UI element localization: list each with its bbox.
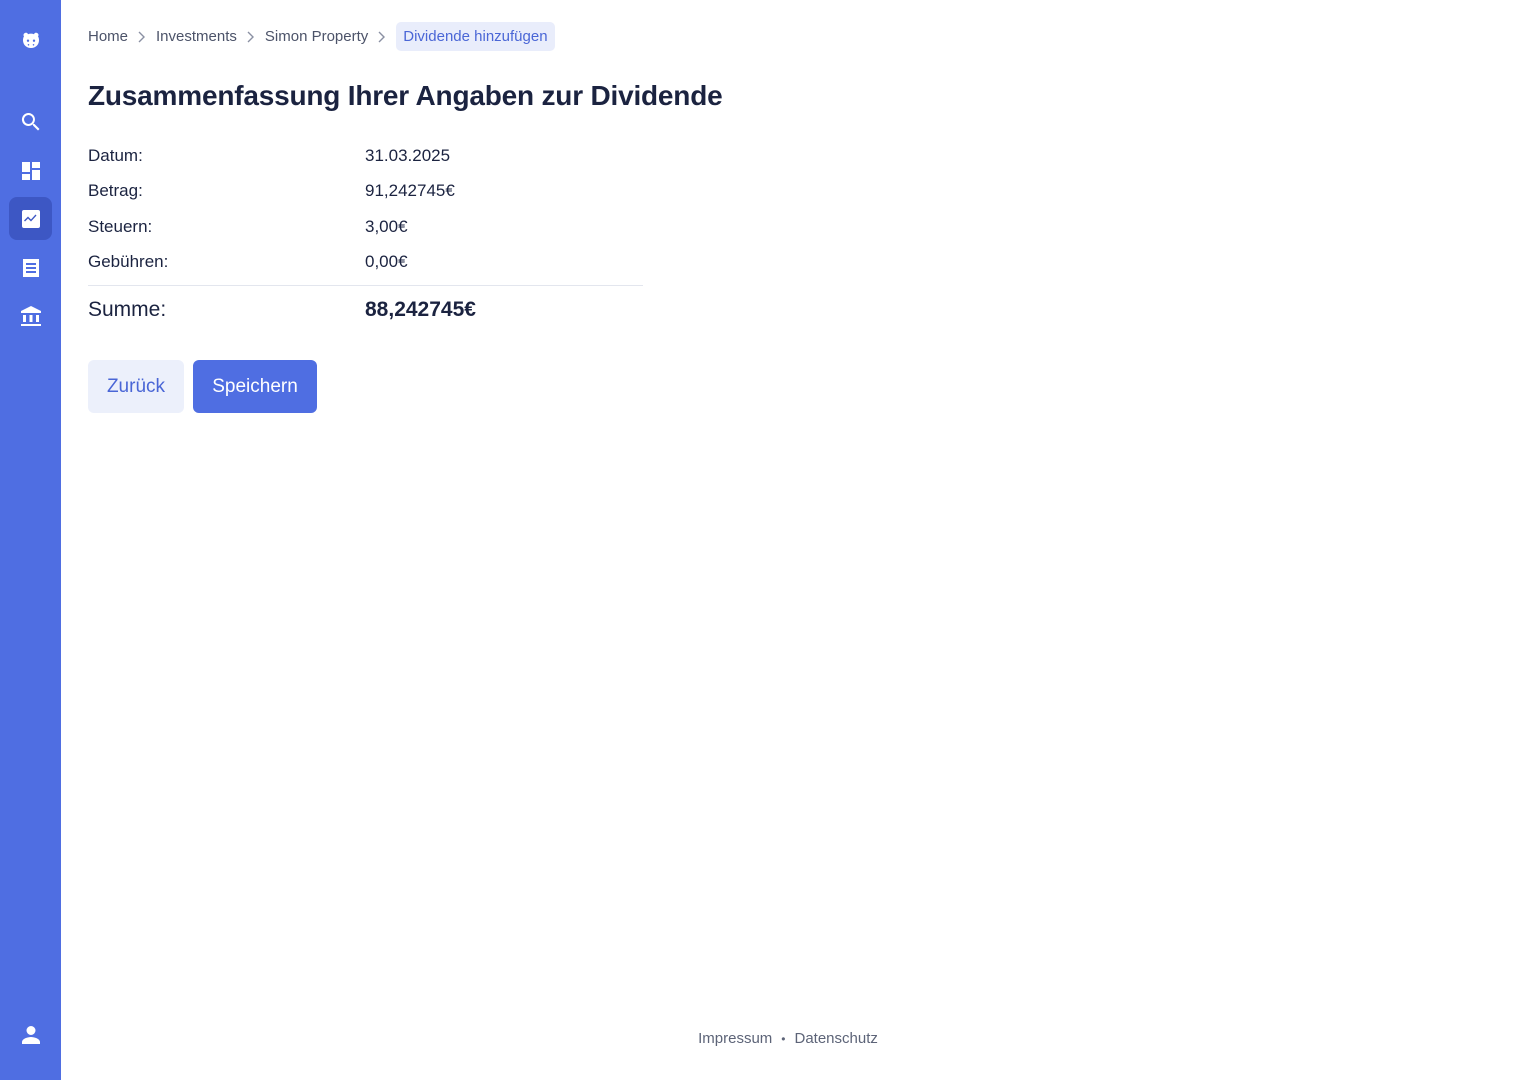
hippo-logo-icon[interactable] <box>9 19 52 62</box>
breadcrumb-home[interactable]: Home <box>88 28 128 45</box>
summary-row-gebuehren: Gebühren: 0,00€ <box>88 245 643 281</box>
summary-value: 0,00€ <box>365 252 408 272</box>
form-actions: Zurück Speichern <box>88 360 317 413</box>
summary-label: Datum: <box>88 145 143 165</box>
summary-value: 3,00€ <box>365 216 408 236</box>
page-title: Zusammenfassung Ihrer Angaben zur Divide… <box>88 80 723 111</box>
summary-row-betrag: Betrag: 91,242745€ <box>88 174 643 210</box>
footer: Impressum • Datenschutz <box>61 1030 1515 1047</box>
summary-row-steuern: Steuern: 3,00€ <box>88 209 643 245</box>
back-button[interactable]: Zurück <box>88 360 184 413</box>
impressum-link[interactable]: Impressum <box>698 1030 772 1047</box>
summary-label: Betrag: <box>88 181 143 201</box>
breadcrumb-investments[interactable]: Investments <box>156 28 237 45</box>
chevron-right-icon <box>246 31 255 43</box>
search-icon[interactable] <box>9 100 52 143</box>
summary-row-total: Summe: 88,242745€ <box>88 286 643 334</box>
summary-value: 31.03.2025 <box>365 145 451 165</box>
datenschutz-link[interactable]: Datenschutz <box>795 1030 878 1047</box>
breadcrumb: Home Investments Simon Property Dividend… <box>88 22 555 51</box>
breadcrumb-current: Dividende hinzufügen <box>396 22 555 51</box>
chevron-right-icon <box>377 31 386 43</box>
summary-label: Steuern: <box>88 216 153 236</box>
user-icon[interactable] <box>9 1013 52 1056</box>
save-button[interactable]: Speichern <box>193 360 317 413</box>
summary-value: 91,242745€ <box>365 181 455 201</box>
footer-separator: • <box>781 1031 786 1046</box>
chart-trend-icon[interactable] <box>9 197 52 240</box>
bank-icon[interactable] <box>9 294 52 337</box>
dividend-summary: Datum: 31.03.2025 Betrag: 91,242745€ Ste… <box>88 138 643 334</box>
sidebar <box>0 0 61 1080</box>
summary-row-datum: Datum: 31.03.2025 <box>88 138 643 174</box>
summary-label: Gebühren: <box>88 252 169 272</box>
chevron-right-icon <box>137 31 146 43</box>
list-document-icon[interactable] <box>9 246 52 289</box>
dashboard-icon[interactable] <box>9 149 52 192</box>
total-label: Summe: <box>88 298 167 321</box>
total-value: 88,242745€ <box>365 298 476 321</box>
breadcrumb-simon-property[interactable]: Simon Property <box>265 28 368 45</box>
